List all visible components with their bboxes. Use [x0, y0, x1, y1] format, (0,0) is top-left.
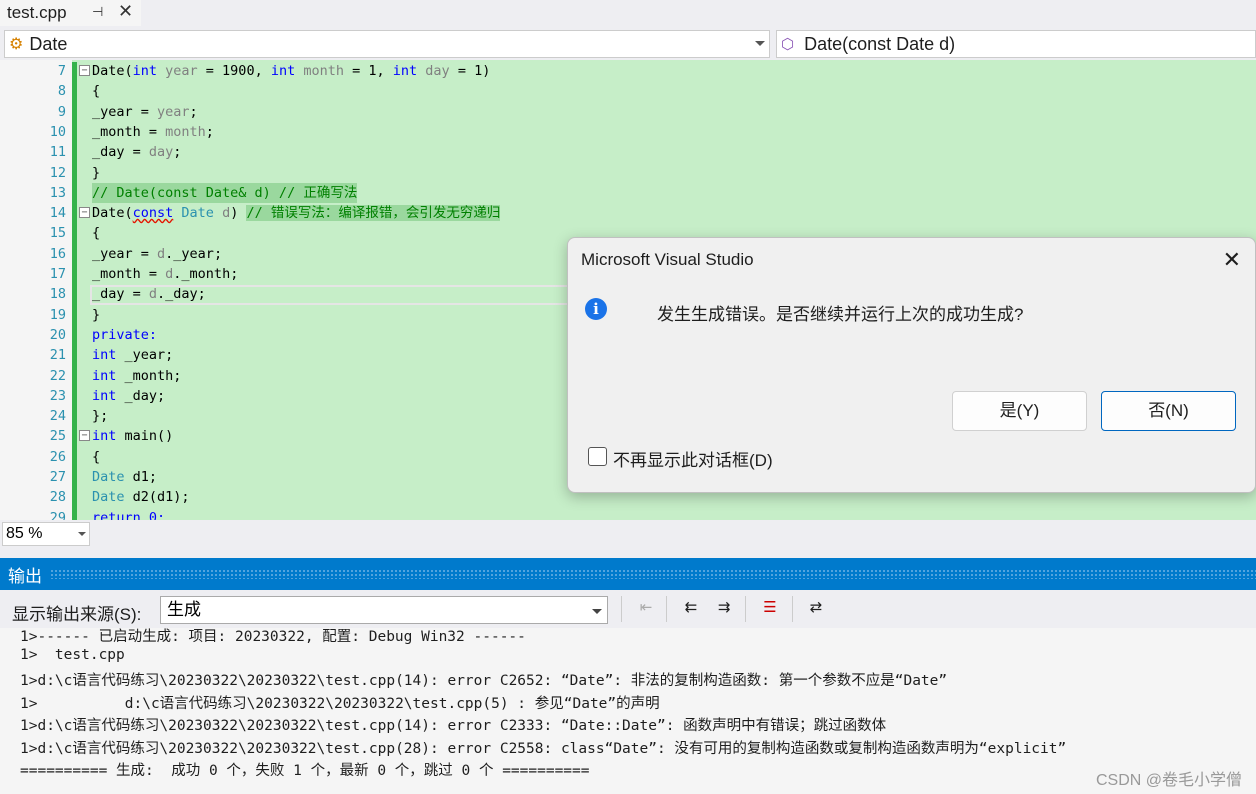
code-line-7: Date(int year = 1900, int month = 1, int…: [92, 63, 491, 79]
output-panel-header[interactable]: 输出: [0, 558, 1256, 590]
editor-status-row: 85 %: [0, 520, 1256, 548]
output-text-area[interactable]: 1>------ 已启动生成: 项目: 20230322, 配置: Debug …: [0, 628, 1256, 794]
member-combo-value: Date(const Date d): [804, 33, 956, 54]
output-title: 输出: [8, 566, 42, 586]
zoom-combo[interactable]: 85 %: [2, 522, 90, 546]
next-message-icon[interactable]: ⇉: [712, 598, 736, 620]
output-line: 1>------ 已启动生成: 项目: 20230322, 配置: Debug …: [20, 629, 526, 645]
output-line: 1>d:\c语言代码练习\20230322\20230322\test.cpp(…: [20, 718, 887, 734]
dont-show-checkbox[interactable]: [588, 447, 607, 466]
chevron-down-icon: [78, 532, 86, 536]
class-combo-value: Date: [29, 33, 68, 54]
close-icon[interactable]: ✕: [118, 1, 133, 22]
method-icon: ⬡: [781, 36, 795, 53]
dialog-message: 发生生成错误。是否继续并运行上次的成功生成?: [657, 305, 1024, 324]
info-icon: i: [585, 298, 607, 320]
code-line-14: Date(const Date d) // 错误写法：编译报错，会引发无穷递归: [92, 205, 501, 222]
zoom-value: 85 %: [6, 525, 43, 542]
code-line-29: return 0;: [92, 509, 166, 520]
member-combo[interactable]: ⬡ Date(const Date d): [776, 30, 1256, 58]
word-wrap-icon[interactable]: ⇄: [804, 598, 828, 620]
watermark: CSDN @卷毛小学僧: [1095, 772, 1242, 789]
code-line-10: _month = month;: [92, 123, 214, 140]
clear-all-icon[interactable]: ☰: [758, 598, 782, 620]
output-line: 1>d:\c语言代码练习\20230322\20230322\test.cpp(…: [20, 673, 948, 689]
code-line-11: _day = day;: [92, 144, 182, 161]
toolbar-separator: [745, 596, 746, 622]
grip-pattern: [50, 569, 1256, 579]
chevron-down-icon: [592, 609, 602, 614]
chevron-down-icon: [755, 41, 765, 46]
go-to-location-icon[interactable]: ⇤: [634, 598, 658, 620]
pin-icon[interactable]: ⊣: [92, 4, 103, 20]
code-line-8: {: [92, 83, 101, 100]
dialog-title: Microsoft Visual Studio: [581, 250, 754, 269]
output-line: ========== 生成: 成功 0 个，失败 1 个，最新 0 个，跳过 0…: [20, 763, 590, 779]
yes-button[interactable]: 是(Y): [952, 391, 1087, 431]
close-icon[interactable]: ✕: [1223, 247, 1241, 273]
tab-title: test.cpp: [7, 3, 67, 22]
message-dialog: Microsoft Visual Studio ✕ i 发生生成错误。是否继续并…: [567, 237, 1256, 493]
toolbar-separator: [666, 596, 667, 622]
no-button[interactable]: 否(N): [1101, 391, 1236, 431]
toolbar-separator: [792, 596, 793, 622]
output-line: 1> d:\c语言代码练习\20230322\20230322\test.cpp…: [20, 696, 660, 712]
output-source-value: 生成: [167, 600, 201, 619]
code-line-9: _year = year;: [92, 103, 198, 120]
output-line: 1>d:\c语言代码练习\20230322\20230322\test.cpp(…: [20, 741, 1067, 757]
output-source-select[interactable]: 生成: [160, 596, 608, 624]
document-tab[interactable]: test.cpp ⊣ ✕: [0, 0, 141, 26]
code-line-13: // Date(const Date& d) // 正确写法: [0, 182, 1256, 204]
navigation-bar: ⚙ Date ⬡ Date(const Date d): [0, 28, 1256, 60]
class-combo[interactable]: ⚙ Date: [4, 30, 770, 58]
document-tab-bar: test.cpp ⊣ ✕: [0, 0, 1256, 26]
previous-message-icon[interactable]: ⇇: [679, 598, 703, 620]
panel-divider: [0, 548, 1256, 558]
code-line-12: }: [92, 164, 101, 181]
toolbar-separator: [621, 596, 622, 622]
class-icon: ⚙: [9, 36, 24, 53]
dont-show-label[interactable]: 不再显示此对话框(D): [613, 446, 773, 471]
output-line: 1> test.cpp: [20, 647, 125, 663]
output-toolbar: 显示输出来源(S): 生成 ⇤ ⇇ ⇉ ☰ ⇄: [0, 590, 1256, 628]
output-source-label: 显示输出来源(S):: [12, 605, 142, 624]
